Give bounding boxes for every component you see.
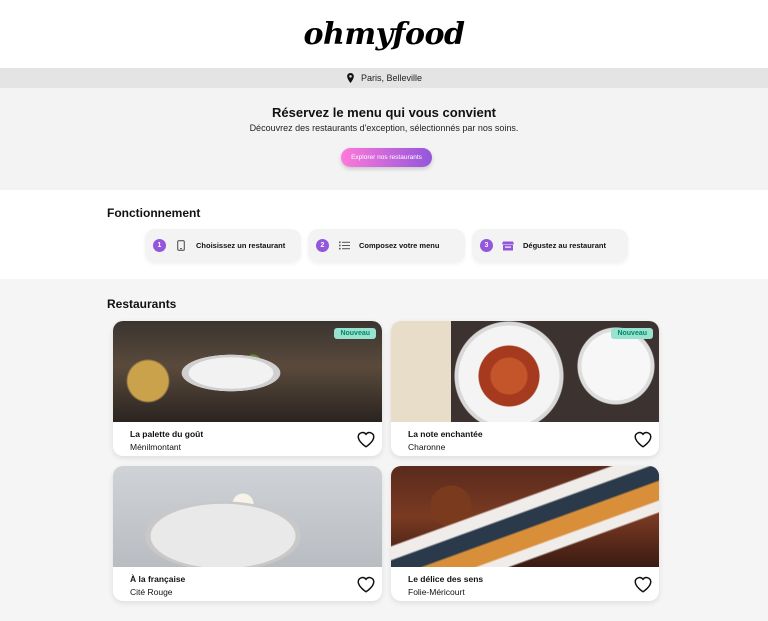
new-badge: Nouveau [611,328,653,339]
logo[interactable]: ohmyfood [304,17,465,52]
how-it-works-title: Fonctionnement [107,206,201,220]
store-icon [502,240,514,252]
step-number: 3 [480,239,493,252]
step-3: 3 Dégustez au restaurant [472,229,628,262]
heart-icon[interactable] [356,430,376,448]
card-info: Le délice des sens Folie-Méricourt [408,574,483,597]
restaurant-card[interactable]: Nouveau La note enchantée Charonne [391,321,659,456]
restaurant-photo [113,466,382,567]
explore-restaurants-button[interactable]: Explorer nos restaurants [341,148,432,167]
restaurant-name: La palette du goût [130,429,204,439]
restaurant-area: Cité Rouge [130,587,173,597]
step-label: Dégustez au restaurant [523,241,606,250]
steps-list: 1 Choisissez un restaurant 2 Composez vo… [145,229,628,262]
restaurant-card[interactable]: Le délice des sens Folie-Méricourt [391,466,659,601]
step-number: 1 [153,239,166,252]
step-1: 1 Choisissez un restaurant [145,229,301,262]
restaurant-photo [391,466,659,567]
restaurant-card[interactable]: Nouveau La palette du goût Ménilmontant [113,321,382,456]
location-text: Paris, Belleville [360,73,423,83]
restaurant-name: La note enchantée [408,429,483,439]
restaurant-name: Le délice des sens [408,574,484,584]
restaurant-photo: Nouveau [391,321,659,422]
restaurant-photo: Nouveau [113,321,382,422]
hero-section: Réservez le menu qui vous convient Décou… [0,88,768,190]
map-pin-icon [347,73,354,83]
heart-icon[interactable] [633,575,653,593]
card-info: À la française Cité Rouge [130,574,185,597]
hero-subtitle: Découvrez des restaurants d'exception, s… [249,123,519,133]
site-header: ohmyfood [0,0,768,68]
heart-icon[interactable] [633,430,653,448]
card-info: La note enchantée Charonne [408,429,483,452]
restaurant-area: Ménilmontant [130,442,182,452]
list-icon [338,240,350,252]
restaurant-card[interactable]: À la française Cité Rouge [113,466,382,601]
heart-icon[interactable] [356,575,376,593]
restaurants-title: Restaurants [107,297,177,311]
restaurant-area: Folie-Méricourt [408,587,465,597]
step-label: Choisissez un restaurant [196,241,286,250]
location-bar: Paris, Belleville [0,68,768,88]
restaurants-section: Restaurants Nouveau La palette du goût M… [0,279,768,621]
step-label: Composez votre menu [359,241,440,250]
step-2: 2 Composez votre menu [308,229,465,262]
step-number: 2 [316,239,329,252]
phone-icon [175,240,187,252]
restaurant-area: Charonne [408,442,446,452]
hero-title: Réservez le menu qui vous convient [272,105,496,120]
how-it-works-section: Fonctionnement 1 Choisissez un restauran… [0,190,768,279]
card-info: La palette du goût Ménilmontant [130,429,203,452]
restaurant-name: À la française [130,574,186,584]
new-badge: Nouveau [334,328,376,339]
restaurant-grid: Nouveau La palette du goût Ménilmontant … [113,321,659,601]
